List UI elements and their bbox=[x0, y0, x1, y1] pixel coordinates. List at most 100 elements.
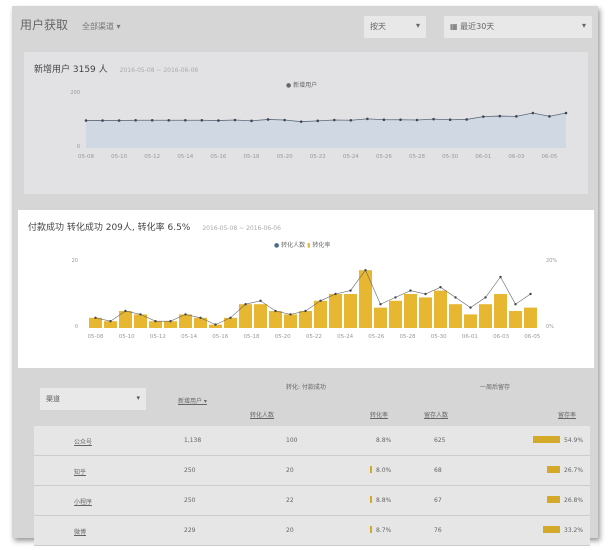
channel-dropdown[interactable]: 全部渠道 ▾ bbox=[82, 22, 121, 31]
x-tick-label: 05-28 bbox=[400, 334, 416, 340]
data-point bbox=[283, 118, 286, 122]
conv-rate-bar bbox=[370, 526, 372, 533]
x-tick-label: 06-01 bbox=[475, 154, 491, 160]
x-tick-label: 05-18 bbox=[244, 334, 260, 340]
bar bbox=[449, 304, 462, 328]
x-tick-label: 05-30 bbox=[442, 154, 458, 160]
rate-point bbox=[154, 320, 157, 323]
rate-point bbox=[454, 296, 457, 299]
area-fill bbox=[86, 113, 566, 148]
ret-rate: 26.8% bbox=[564, 497, 584, 504]
table-row: 知乎 250 20 8.0% 68 26.7% bbox=[34, 456, 590, 486]
rate-point bbox=[484, 296, 487, 299]
col-conv-count[interactable]: 转化人数 bbox=[250, 410, 274, 419]
bar bbox=[254, 304, 267, 328]
page-title: 用户获取 全部渠道 ▾ bbox=[20, 18, 121, 32]
data-point bbox=[531, 111, 535, 115]
bar bbox=[89, 317, 102, 328]
y-max-label: 200 bbox=[70, 90, 80, 96]
x-tick-label: 05-08 bbox=[88, 334, 104, 340]
date-range-select[interactable]: ▦ 最近30天 ▾ bbox=[444, 16, 592, 38]
data-point bbox=[134, 118, 137, 122]
conv-rate: 8.8% bbox=[376, 497, 392, 504]
conv-rate-bar bbox=[370, 496, 372, 503]
col-ret-count[interactable]: 留存人数 bbox=[424, 410, 448, 419]
ret-rate-bar bbox=[546, 466, 560, 473]
bar bbox=[509, 311, 522, 328]
data-point bbox=[184, 118, 187, 122]
rate-point bbox=[259, 299, 262, 302]
x-tick-label: 05-26 bbox=[376, 154, 392, 160]
channel-link[interactable]: 微博 bbox=[74, 527, 86, 536]
ret-rate: 33.2% bbox=[564, 527, 584, 534]
rate-point bbox=[304, 309, 307, 313]
data-point bbox=[498, 114, 502, 118]
x-tick-label: 05-12 bbox=[144, 154, 160, 160]
table-row: 微博 229 20 8.7% 76 33.2% bbox=[34, 516, 590, 546]
x-tick-label: 05-22 bbox=[310, 154, 326, 160]
rate-point bbox=[184, 313, 187, 316]
granularity-select[interactable]: 按天 ▾ bbox=[364, 16, 426, 38]
rate-point bbox=[124, 309, 127, 313]
data-point bbox=[432, 117, 435, 121]
calendar-icon: ▦ bbox=[450, 22, 461, 31]
bar bbox=[494, 294, 507, 328]
x-tick-label: 05-14 bbox=[177, 154, 193, 160]
channel-link[interactable]: 公众号 bbox=[74, 437, 92, 446]
x-tick-label: 05-24 bbox=[337, 334, 353, 340]
rate-point bbox=[514, 303, 517, 306]
data-point bbox=[481, 115, 485, 118]
x-tick-label: 05-10 bbox=[119, 334, 135, 340]
rate-point bbox=[289, 313, 292, 316]
bar bbox=[524, 307, 537, 328]
data-point bbox=[266, 118, 270, 121]
channel-table: 渠道 ▾ 新增用户 ▾ 转化: 付款成功 一周后留存 转化人数 转化率 留存人数 … bbox=[18, 374, 594, 546]
rate-point bbox=[409, 289, 412, 292]
rate-point bbox=[424, 292, 427, 296]
table-row: 公众号 1,138 100 8.8% 625 54.9% bbox=[34, 426, 590, 456]
caret-icon: ▾ bbox=[581, 21, 586, 30]
ret-rate-bar bbox=[532, 436, 560, 443]
bar bbox=[239, 304, 252, 328]
rate-point bbox=[469, 306, 472, 309]
data-point bbox=[448, 118, 452, 122]
bar bbox=[299, 311, 312, 328]
channel-link[interactable]: 知乎 bbox=[74, 467, 86, 476]
channel-filter-select[interactable]: 渠道 ▾ bbox=[40, 388, 146, 410]
ret-rate-bar bbox=[546, 496, 560, 503]
ret-count: 67 bbox=[434, 497, 442, 504]
data-point bbox=[150, 118, 154, 122]
data-point bbox=[332, 118, 336, 122]
ret-rate: 54.9% bbox=[564, 437, 584, 444]
bar bbox=[404, 294, 417, 328]
bar bbox=[314, 300, 327, 328]
new-users: 1,138 bbox=[184, 437, 202, 444]
rate-point bbox=[229, 316, 232, 319]
data-point bbox=[399, 118, 402, 122]
bar bbox=[359, 270, 372, 328]
axis-label: 20 bbox=[72, 258, 78, 264]
group-retention: 一周后留存 bbox=[480, 384, 511, 391]
ret-count: 625 bbox=[434, 437, 446, 444]
rate-point bbox=[319, 299, 322, 302]
new-users-chart: 200 0 05-08 05-10 05-12 05-14 05-16 05-18 05-20 0… bbox=[70, 90, 568, 160]
data-point bbox=[250, 119, 253, 123]
col-conv-rate[interactable]: 转化率 bbox=[370, 410, 388, 419]
ret-count: 68 bbox=[434, 467, 442, 474]
col-ret-rate[interactable]: 留存率 bbox=[558, 410, 576, 419]
bar bbox=[464, 314, 477, 328]
bar bbox=[479, 304, 492, 328]
conversion-chart: 20 0 20% 0% 05-08 05-10 05-12 05-14 05-16 05-18 05… bbox=[72, 258, 558, 340]
channel-link[interactable]: 小程序 bbox=[74, 497, 92, 506]
ret-count: 76 bbox=[434, 527, 442, 534]
group-conversion: 转化: 付款成功 bbox=[286, 384, 326, 391]
rate-point bbox=[379, 303, 382, 306]
ret-rate-bar bbox=[543, 526, 560, 533]
rate-point bbox=[244, 303, 247, 306]
x-tick-label: 05-24 bbox=[343, 154, 359, 160]
data-point bbox=[200, 118, 204, 122]
new-users: 250 bbox=[184, 497, 196, 504]
data-point bbox=[515, 115, 518, 118]
col-new-users[interactable]: 新增用户 ▾ bbox=[178, 396, 207, 405]
x-tick-label: 05-20 bbox=[275, 334, 291, 340]
